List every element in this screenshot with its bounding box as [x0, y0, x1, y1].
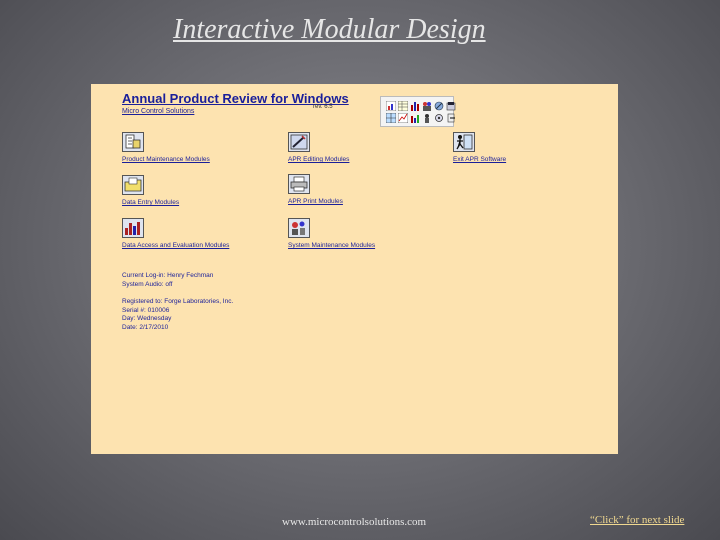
table-icon[interactable]	[398, 101, 408, 111]
folder-icon[interactable]	[446, 101, 456, 111]
bars-icon[interactable]	[410, 113, 420, 123]
module-system-maintenance[interactable]: System Maintenance Modules	[288, 218, 375, 249]
module-product-maintenance[interactable]: Product Maintenance Modules	[122, 132, 210, 163]
session-info: Current Log-in: Henry Fechman System Aud…	[122, 272, 213, 289]
app-company[interactable]: Micro Control Solutions	[122, 108, 194, 115]
serial-number: Serial #: 010006	[122, 306, 170, 314]
apr-print-label[interactable]: APR Print Modules	[288, 198, 343, 205]
chart-icon[interactable]	[386, 101, 396, 111]
next-slide-link[interactable]: “Click” for next slide	[590, 514, 684, 526]
product-maintenance-icon	[125, 134, 141, 149]
module-apr-print[interactable]: APR Print Modules	[288, 174, 343, 205]
footer-url: www.microcontrolsolutions.com	[282, 516, 427, 528]
graph-icon[interactable]	[398, 113, 408, 123]
exit-apr-icon	[456, 134, 473, 150]
exit-apr-label[interactable]: Exit APR Software	[453, 156, 506, 163]
data-access-label[interactable]: Data Access and Evaluation Modules	[122, 242, 229, 249]
data-access-icon	[125, 222, 140, 235]
grid-icon[interactable]	[386, 113, 396, 123]
module-data-access[interactable]: Data Access and Evaluation Modules	[122, 218, 229, 249]
module-data-entry[interactable]: Data Entry Modules	[122, 175, 179, 206]
data-entry-label[interactable]: Data Entry Modules	[122, 199, 179, 206]
wrench-icon[interactable]	[434, 101, 444, 111]
settings-icon[interactable]	[434, 113, 444, 123]
data-entry-icon	[124, 177, 142, 192]
apr-editing-label[interactable]: APR Editing Modules	[288, 156, 349, 163]
slide-title: Interactive Modular Design	[173, 14, 486, 45]
apr-editing-icon	[290, 134, 308, 150]
system-maintenance-icon	[292, 221, 305, 235]
module-toolbar	[380, 96, 456, 127]
system-audio: System Audio: off	[122, 280, 173, 288]
exit-icon[interactable]	[446, 113, 456, 123]
current-login: Current Log-in: Henry Fechman	[122, 272, 214, 279]
module-exit-apr[interactable]: Exit APR Software	[453, 132, 506, 163]
current-date: Date: 2/17/2010	[122, 323, 169, 331]
product-maintenance-label[interactable]: Product Maintenance Modules	[122, 156, 210, 163]
registered-to: Registered to: Forge Laboratories, Inc.	[122, 298, 234, 305]
module-apr-editing[interactable]: APR Editing Modules	[288, 132, 349, 163]
current-day: Day: Wednesday	[122, 315, 172, 322]
system-maintenance-label[interactable]: System Maintenance Modules	[288, 242, 375, 249]
app-window: Annual Product Review for Windows rev. 6…	[91, 84, 618, 454]
person-icon[interactable]	[422, 113, 432, 123]
apr-print-icon	[290, 176, 308, 192]
registration-info: Registered to: Forge Laboratories, Inc. …	[122, 298, 233, 332]
people-icon[interactable]	[422, 101, 432, 111]
app-version: rev. 6.5	[313, 104, 333, 110]
bar-icon[interactable]	[410, 101, 420, 111]
